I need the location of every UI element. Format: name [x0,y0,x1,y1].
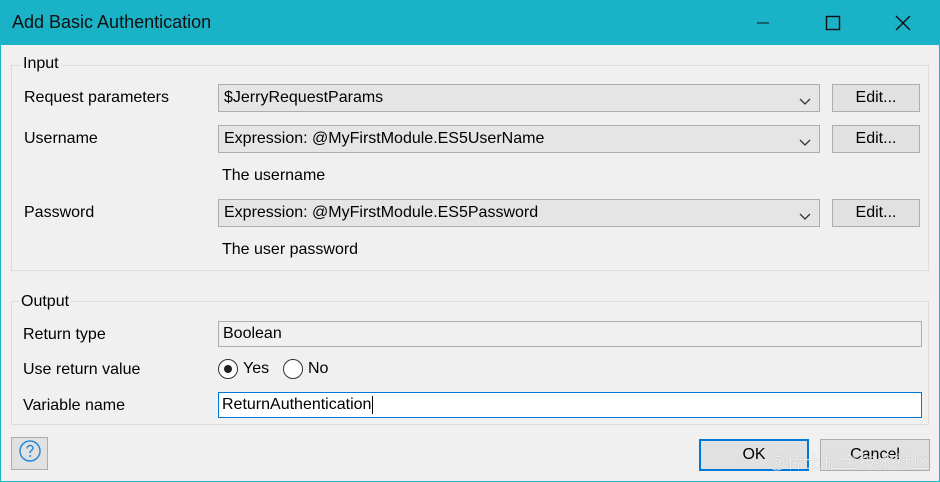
maximize-button[interactable] [810,0,856,45]
username-hint: The username [222,167,326,184]
close-icon [895,15,911,31]
radio-no-indicator[interactable] [283,359,303,379]
return-type-label: Return type [23,326,106,343]
username-label: Username [24,130,98,147]
password-select[interactable]: Expression: @MyFirstModule.ES5Password [218,199,820,227]
maximize-icon [825,15,841,31]
request-parameters-select[interactable]: $JerryRequestParams [218,84,820,112]
title-bar: Add Basic Authentication [0,0,940,45]
radio-no-label: No [308,360,329,377]
username-select[interactable]: Expression: @MyFirstModule.ES5UserName [218,125,820,153]
radio-no[interactable]: No [283,359,328,379]
request-parameters-value: $JerryRequestParams [224,89,384,106]
username-edit-button[interactable]: Edit... [832,125,920,153]
radio-yes[interactable]: Yes [218,359,269,379]
variable-name-value: ReturnAuthentication [222,396,372,413]
request-parameters-edit-button[interactable]: Edit... [832,84,920,112]
chevron-down-icon [799,93,811,111]
password-edit-button[interactable]: Edit... [832,199,920,227]
use-return-value-label: Use return value [23,361,141,378]
username-value: Expression: @MyFirstModule.ES5UserName [224,130,545,147]
variable-name-input[interactable]: ReturnAuthentication [218,392,922,418]
return-type-field: Boolean [218,321,922,347]
variable-name-label: Variable name [23,397,125,414]
dialog-body: Input Request parameters $JerryRequestPa… [0,45,940,482]
text-cursor [372,396,374,414]
watermark: @稀土掘金技术社区 [768,453,931,472]
input-group-title: Input [21,55,61,73]
password-hint: The user password [222,241,359,258]
close-button[interactable] [880,0,926,45]
chevron-down-icon [799,208,811,226]
window-title: Add Basic Authentication [12,12,212,32]
help-button[interactable] [11,437,48,470]
return-type-value: Boolean [223,325,282,342]
question-circle-icon [18,439,42,468]
output-group-title: Output [19,293,72,311]
password-label: Password [24,204,95,221]
minimize-icon [756,16,770,30]
request-parameters-label: Request parameters [24,89,169,106]
radio-yes-label: Yes [243,360,270,377]
radio-yes-indicator[interactable] [218,359,238,379]
chevron-down-icon [799,134,811,152]
minimize-button[interactable] [740,0,786,45]
password-value: Expression: @MyFirstModule.ES5Password [224,204,539,221]
